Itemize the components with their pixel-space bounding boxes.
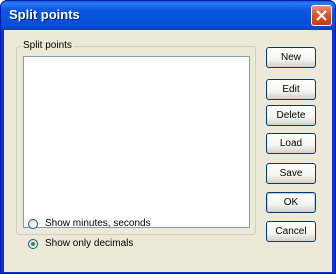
radio-minutes-seconds[interactable] — [28, 219, 38, 229]
save-button[interactable]: Save — [266, 163, 316, 184]
radio-only-decimals[interactable] — [28, 239, 38, 249]
close-icon — [316, 10, 327, 21]
title-bar[interactable]: Split points — [1, 1, 335, 30]
show-minutes-seconds-option[interactable]: Show minutes, seconds — [28, 218, 228, 232]
radio-selected-dot — [31, 242, 35, 246]
close-button[interactable] — [311, 5, 332, 26]
edit-button[interactable]: Edit — [266, 79, 316, 100]
delete-button[interactable]: Delete — [266, 105, 316, 126]
split-points-dialog: Split points Split points New Edit Delet… — [0, 0, 336, 274]
radio-label-only-decimals: Show only decimals — [45, 238, 134, 249]
new-button[interactable]: New — [266, 47, 316, 68]
dialog-body: Split points New Edit Delete Load Save O… — [4, 30, 332, 272]
cancel-button[interactable]: Cancel — [266, 221, 316, 242]
split-points-group: Split points — [16, 40, 256, 235]
ok-button[interactable]: OK — [266, 192, 316, 213]
load-button[interactable]: Load — [266, 133, 316, 154]
show-only-decimals-option[interactable]: Show only decimals — [28, 238, 228, 252]
radio-label-minutes-seconds: Show minutes, seconds — [45, 218, 151, 229]
group-label: Split points — [21, 40, 74, 51]
window-title: Split points — [9, 7, 80, 22]
split-points-list[interactable] — [23, 56, 250, 228]
